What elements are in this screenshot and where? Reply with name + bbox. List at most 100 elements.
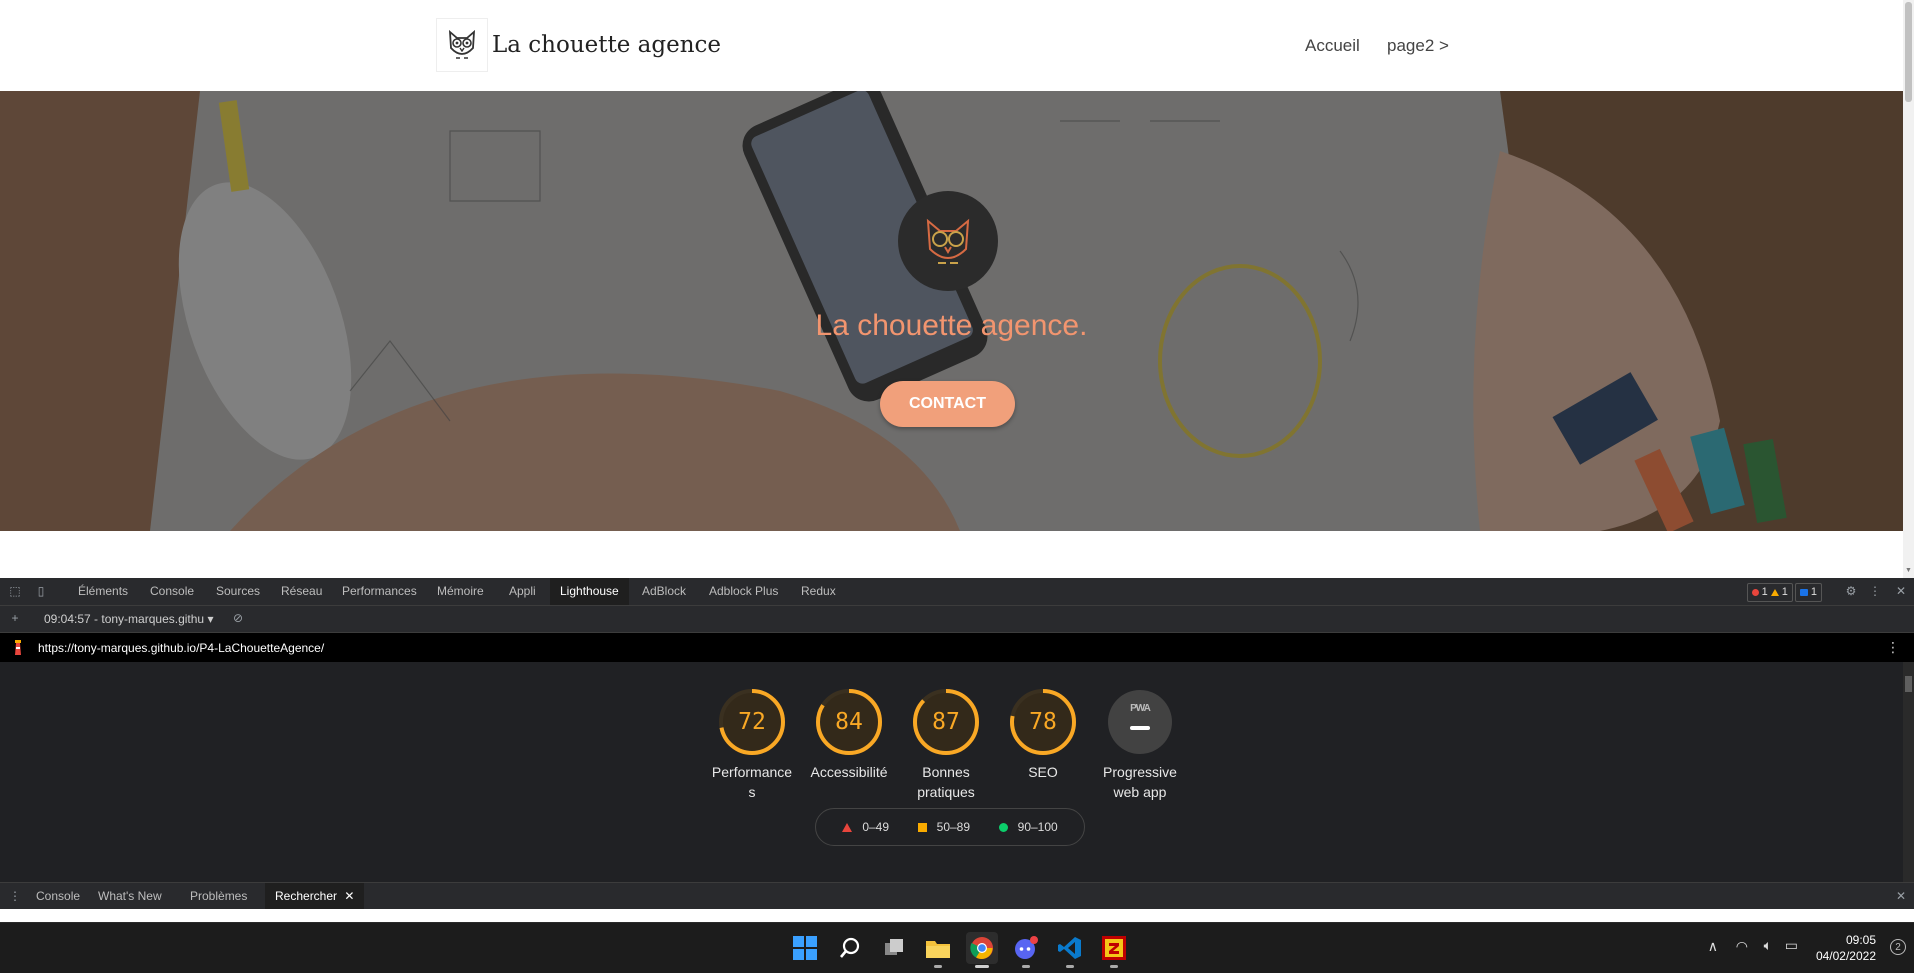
show-hidden-icons-chevron-icon[interactable]: ∧ (1708, 938, 1718, 955)
devtools-panel: ⬚ ▯ Éléments Console Sources Réseau Perf… (0, 578, 1914, 909)
running-indicator (934, 965, 942, 968)
discord-icon[interactable] (1010, 932, 1042, 968)
tab-network[interactable]: Réseau (271, 578, 332, 605)
running-indicator (975, 965, 989, 968)
warning-icon (1770, 589, 1779, 596)
score-label: Accessibilité (810, 764, 888, 780)
windows-taskbar: ∧ ◠ 🔈︎ ▭ 09:05 04/02/2022 2 (0, 922, 1914, 973)
search-icon[interactable] (834, 932, 866, 964)
issue-counters[interactable]: 11 1 (1746, 583, 1822, 602)
devtools-tab-bar: ⬚ ▯ Éléments Console Sources Réseau Perf… (0, 578, 1914, 606)
page-scrollbar-thumb[interactable] (1905, 2, 1912, 102)
tab-adblock[interactable]: AdBlock (632, 578, 696, 605)
score-label: Progressive web app (1103, 764, 1177, 800)
legend-pass-range: 90–100 (1017, 820, 1058, 834)
drawer-tab-search-label: Rechercher (275, 889, 338, 903)
score-gauge-pwa[interactable]: PWA Progressive web app (1090, 688, 1190, 802)
battery-icon[interactable]: ▭ (1785, 937, 1798, 954)
close-devtools-icon[interactable]: ✕ (1894, 584, 1908, 598)
running-indicator (1066, 965, 1074, 968)
message-icon (1799, 589, 1808, 596)
legend-fail: 0–49 (842, 820, 889, 834)
tab-application[interactable]: Appli (499, 578, 546, 605)
tab-performance[interactable]: Performances (332, 578, 427, 605)
notification-center-icon[interactable]: 2 (1890, 939, 1906, 955)
filezilla-icon[interactable] (1098, 932, 1130, 968)
settings-gear-icon[interactable]: ⚙ (1844, 584, 1858, 598)
site-logo[interactable]: La chouette agence (436, 18, 721, 72)
clear-reports-icon[interactable]: ⊘ (231, 611, 245, 625)
volume-icon[interactable]: 🔈︎ (1764, 937, 1772, 954)
tab-lighthouse[interactable]: Lighthouse (550, 578, 629, 605)
owl-emblem-icon (898, 191, 998, 291)
tab-memory[interactable]: Mémoire (427, 578, 494, 605)
nav-link-page2[interactable]: page2 > (1387, 36, 1449, 56)
wifi-icon[interactable]: ◠ (1736, 938, 1748, 955)
tab-sources[interactable]: Sources (206, 578, 270, 605)
message-count: 1 (1810, 586, 1817, 598)
tab-redux[interactable]: Redux (791, 578, 846, 605)
device-toolbar-icon[interactable]: ▯ (34, 584, 48, 598)
more-options-icon[interactable]: ⋮ (1868, 584, 1882, 598)
running-indicator (1022, 965, 1030, 968)
file-explorer-icon[interactable] (922, 932, 954, 968)
tab-console[interactable]: Console (140, 578, 204, 605)
close-drawer-icon[interactable]: ✕ (1894, 889, 1908, 903)
lighthouse-logo-icon (15, 640, 21, 655)
tab-elements[interactable]: Éléments (68, 578, 138, 605)
score-value: 72 (738, 709, 766, 735)
score-gauge-accessibility[interactable]: 84 Accessibilité (799, 688, 899, 782)
tab-adblock-plus[interactable]: Adblock Plus (699, 578, 788, 605)
report-scrollbar[interactable] (1903, 662, 1914, 883)
legend-average: 50–89 (917, 820, 971, 834)
nav-link-accueil[interactable]: Accueil (1305, 36, 1360, 56)
message-count-badge[interactable]: 1 (1794, 583, 1822, 602)
score-value: 78 (1029, 709, 1057, 735)
pwa-dash (1130, 726, 1150, 730)
report-url[interactable]: https://tony-marques.github.io/P4-LaChou… (38, 641, 324, 655)
running-indicator (1110, 965, 1118, 968)
page-scrollbar[interactable]: ▼ (1903, 0, 1914, 578)
score-gauge-seo[interactable]: 78 SEO (993, 688, 1093, 782)
drawer-tab-whats-new[interactable]: What's New (88, 883, 172, 909)
system-clock[interactable]: 09:05 04/02/2022 (1816, 932, 1876, 964)
windows-start-icon[interactable] (789, 932, 821, 964)
scroll-down-arrow-icon[interactable]: ▼ (1905, 567, 1912, 574)
report-scrollbar-thumb[interactable] (1905, 676, 1912, 692)
drawer-tab-search[interactable]: Rechercher ✕ (265, 883, 365, 909)
chrome-icon[interactable] (966, 932, 998, 968)
task-view-icon[interactable] (878, 932, 910, 964)
new-report-plus-icon[interactable]: + (8, 611, 22, 625)
drawer-menu-icon[interactable]: ⋮ (8, 889, 22, 903)
contact-button[interactable]: CONTACT (880, 381, 1015, 427)
legend-fail-range: 0–49 (862, 820, 890, 834)
score-label: Bonnes pratiques (917, 764, 975, 800)
legend-average-range: 50–89 (936, 820, 971, 834)
fail-triangle-icon (842, 822, 853, 832)
error-icon (1751, 589, 1759, 596)
website-viewport: La chouette agence Accueil page2 > La ch… (0, 0, 1903, 578)
report-menu-icon[interactable]: ⋮ (1886, 639, 1900, 656)
score-value: 87 (932, 709, 960, 735)
warning-count: 1 (1781, 586, 1788, 598)
owl-logo-icon (436, 18, 488, 72)
drawer-tab-console[interactable]: Console (26, 883, 90, 909)
clock-date: 04/02/2022 (1815, 949, 1876, 963)
score-gauge-best-practices[interactable]: 87 Bonnes pratiques (896, 688, 996, 802)
report-select-dropdown[interactable]: 09:04:57 - tony-marques.githu ▾ (44, 612, 213, 626)
score-gauge-performance[interactable]: 72 Performance s (702, 688, 802, 802)
score-label: SEO (1028, 764, 1058, 780)
inspect-element-icon[interactable]: ⬚ (8, 584, 22, 598)
lighthouse-report: 72 Performance s 84 Accessibilité 87 Bon… (0, 662, 1903, 883)
drawer-tab-problems[interactable]: Problèmes (180, 883, 257, 909)
vscode-icon[interactable] (1054, 932, 1086, 968)
error-count: 1 (1761, 586, 1768, 598)
error-count-badge[interactable]: 11 (1746, 583, 1793, 602)
chevron-down-icon: ▾ (207, 612, 214, 626)
lighthouse-toolbar: + 09:04:57 - tony-marques.githu ▾ ⊘ (0, 606, 1914, 633)
report-url-bar: https://tony-marques.github.io/P4-LaChou… (0, 633, 1914, 662)
close-tab-icon[interactable]: ✕ (344, 889, 354, 903)
score-legend: 0–49 50–89 90–100 (815, 808, 1085, 846)
average-square-icon (917, 822, 927, 832)
devtools-drawer-tabs: ⋮ Console What's New Problèmes Recherche… (0, 882, 1914, 909)
